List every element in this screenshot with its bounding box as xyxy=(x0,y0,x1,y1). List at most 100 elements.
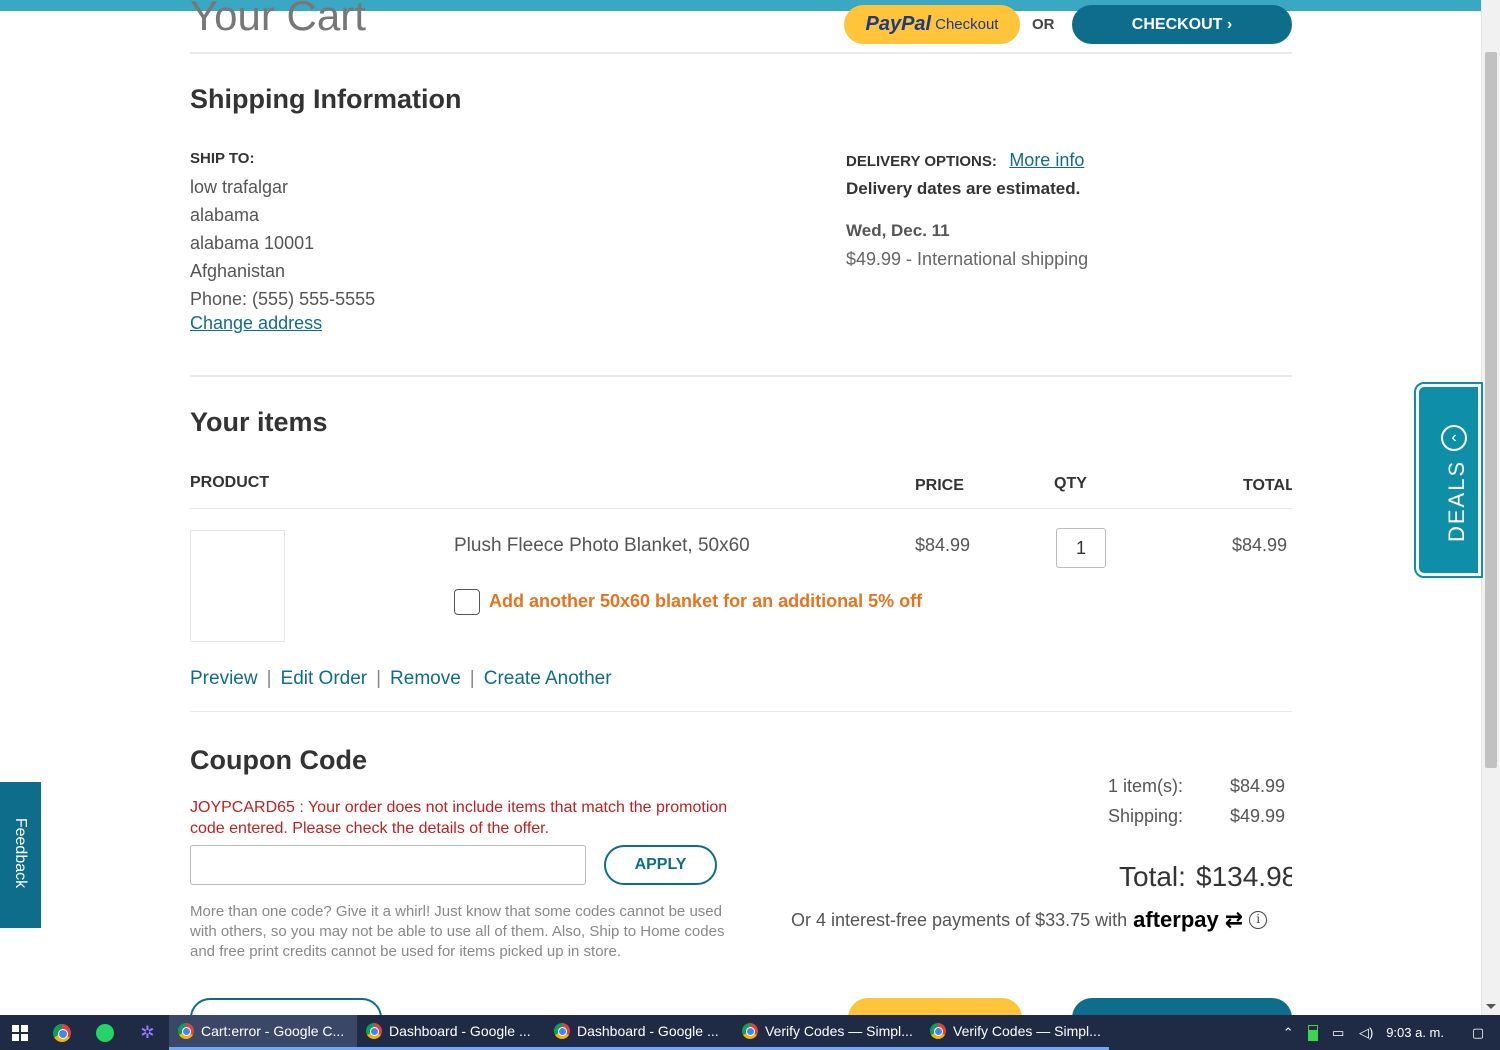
windows-taskbar: ✲ Cart:error - Google C... Dashboard - G… xyxy=(0,1015,1500,1050)
remove-link[interactable]: Remove xyxy=(390,668,461,690)
taskbar-chrome[interactable] xyxy=(40,1015,83,1050)
address-line: alabama 10001 xyxy=(190,233,315,253)
divider xyxy=(190,375,1292,377)
col-header-product: PRODUCT xyxy=(190,474,270,491)
taskbar-window[interactable]: Dashboard - Google ... xyxy=(545,1015,733,1050)
items-subtotal: $84.99 xyxy=(1230,776,1286,796)
product-name: Plush Fleece Photo Blanket, 50x60 xyxy=(454,535,750,556)
address-line: alabama xyxy=(190,205,260,225)
col-header-price: PRICE xyxy=(915,477,964,494)
checkout-button-bottom[interactable] xyxy=(1072,998,1292,1015)
chevron-up-icon[interactable]: ⌃ xyxy=(1280,1025,1296,1040)
chrome-icon xyxy=(930,1023,946,1039)
address-line: low trafalgar xyxy=(190,177,289,197)
divider xyxy=(190,52,1292,54)
network-icon[interactable]: ▭ xyxy=(1330,1025,1346,1040)
or-separator: OR xyxy=(1032,16,1055,33)
phone-line: Phone: (555) 555-5555 xyxy=(190,289,376,309)
items-count-label: 1 item(s): xyxy=(1108,776,1184,796)
item-actions: Preview | Edit Order | Remove | Create A… xyxy=(190,668,612,690)
shipping-label: Shipping: xyxy=(1108,806,1184,826)
deals-label: DEALS xyxy=(1444,459,1469,542)
taskbar-window[interactable]: Verify Codes — Simpl... xyxy=(733,1015,921,1050)
afterpay-text: Or 4 interest-free payments of $33.75 wi… xyxy=(791,909,1128,930)
chrome-icon xyxy=(366,1023,382,1039)
page-title: Your Cart xyxy=(190,0,366,39)
shipping-cost: $49.99 xyxy=(1230,806,1286,826)
windows-icon xyxy=(12,1024,28,1041)
chevron-left-icon: ‹ xyxy=(1441,425,1467,451)
volume-icon[interactable]: ◁) xyxy=(1358,1025,1374,1040)
taskbar-window-title: Cart:error - Google C... xyxy=(201,1023,345,1039)
deals-tab[interactable]: ‹ DEALS xyxy=(1414,382,1483,578)
order-total: $134.98 xyxy=(1196,861,1292,892)
chrome-icon xyxy=(178,1023,194,1039)
chrome-icon xyxy=(742,1023,758,1039)
total-label: Total: xyxy=(1119,861,1186,892)
feedback-label: Feedback xyxy=(12,817,29,889)
afterpay-logo: afterpay xyxy=(1133,907,1219,932)
system-tray: ⌃ ▭ ◁) 9:03 a. m. ▢ xyxy=(1280,1015,1500,1050)
feedback-tab[interactable]: Feedback xyxy=(0,782,41,928)
taskbar-window[interactable]: Cart:error - Google C... xyxy=(169,1015,357,1050)
divider xyxy=(190,508,1292,509)
action-separator: | xyxy=(469,668,475,689)
paypal-checkout-button[interactable]: PayPal Checkout xyxy=(844,5,1020,44)
battery-icon[interactable] xyxy=(1308,1024,1319,1041)
info-icon[interactable]: i xyxy=(1249,911,1268,929)
change-address-link[interactable]: Change address xyxy=(190,313,322,333)
delivery-date: Wed, Dec. 11 xyxy=(846,221,950,240)
notifications-icon[interactable]: ▢ xyxy=(1470,1025,1486,1040)
product-thumbnail[interactable] xyxy=(190,530,285,642)
delivery-options-label: DELIVERY OPTIONS: xyxy=(846,153,997,170)
coupon-error-message: JOYPCARD65 : Your order does not include… xyxy=(190,799,728,837)
col-header-total: TOTAL xyxy=(1243,477,1292,494)
create-another-link[interactable]: Create Another xyxy=(484,668,612,690)
ship-to-label: SHIP TO: xyxy=(190,150,255,167)
upsell-checkbox[interactable] xyxy=(454,589,480,615)
paypal-checkout-button-bottom[interactable] xyxy=(848,998,1022,1015)
estimated-note: Delivery dates are estimated. xyxy=(846,179,1081,198)
page-scrollbar[interactable] xyxy=(1481,0,1500,1015)
address-line: Afghanistan xyxy=(190,261,286,281)
taskbar-window[interactable]: Verify Codes — Simpl... xyxy=(921,1015,1109,1050)
afterpay-offer: Or 4 interest-free payments of $33.75 wi… xyxy=(791,907,1268,933)
taskbar-window-title: Verify Codes — Simpl... xyxy=(953,1023,1101,1039)
taskbar-window-title: Verify Codes — Simpl... xyxy=(765,1023,913,1039)
more-info-link[interactable]: More info xyxy=(1009,150,1084,170)
keep-shopping-button[interactable] xyxy=(190,998,382,1015)
apply-coupon-button[interactable]: APPLY xyxy=(604,845,717,885)
quantity-input[interactable]: 1 xyxy=(1056,528,1106,568)
chrome-icon xyxy=(52,1023,71,1042)
delivery-options-block: DELIVERY OPTIONS: More info Delivery dat… xyxy=(846,150,1088,270)
taskbar-whatsapp[interactable] xyxy=(83,1015,126,1050)
scroll-down-icon[interactable] xyxy=(1486,1004,1496,1009)
cart-page: Your Cart PayPal Checkout OR CHECKOUT › … xyxy=(190,0,1292,1015)
afterpay-arrows-icon: ⇄ xyxy=(1224,907,1244,932)
shipping-option: $49.99 - International shipping xyxy=(846,249,1089,269)
scrollbar-thumb[interactable] xyxy=(1485,52,1497,768)
col-header-qty: QTY xyxy=(1054,475,1087,492)
coupon-help-text: More than one code? Give it a whirl! Jus… xyxy=(190,903,725,960)
upsell-label[interactable]: Add another 50x60 blanket for an additio… xyxy=(489,591,922,612)
edit-order-link[interactable]: Edit Order xyxy=(281,668,368,690)
paypal-logo: PayPal xyxy=(865,13,932,35)
paypal-checkout-label: Checkout xyxy=(935,16,999,33)
coupon-input[interactable] xyxy=(190,845,586,885)
taskbar-window-title: Dashboard - Google ... xyxy=(389,1023,531,1039)
taskbar-window[interactable]: Dashboard - Google ... xyxy=(357,1015,545,1050)
clock[interactable]: 9:03 a. m. xyxy=(1386,1025,1444,1040)
shipping-heading: Shipping Information xyxy=(190,84,462,114)
chrome-icon xyxy=(554,1023,570,1039)
taskbar-app[interactable]: ✲ xyxy=(126,1015,169,1050)
start-button[interactable] xyxy=(0,1015,40,1050)
divider xyxy=(190,711,1292,712)
action-separator: | xyxy=(376,668,382,689)
product-total: $84.99 xyxy=(1232,535,1288,555)
product-price: $84.99 xyxy=(915,535,971,555)
checkout-button[interactable]: CHECKOUT › xyxy=(1072,5,1292,44)
ship-to-block: SHIP TO: low trafalgar alabama alabama 1… xyxy=(190,150,375,334)
preview-link[interactable]: Preview xyxy=(190,668,258,690)
items-heading: Your items xyxy=(190,407,328,437)
whatsapp-icon xyxy=(95,1023,114,1042)
